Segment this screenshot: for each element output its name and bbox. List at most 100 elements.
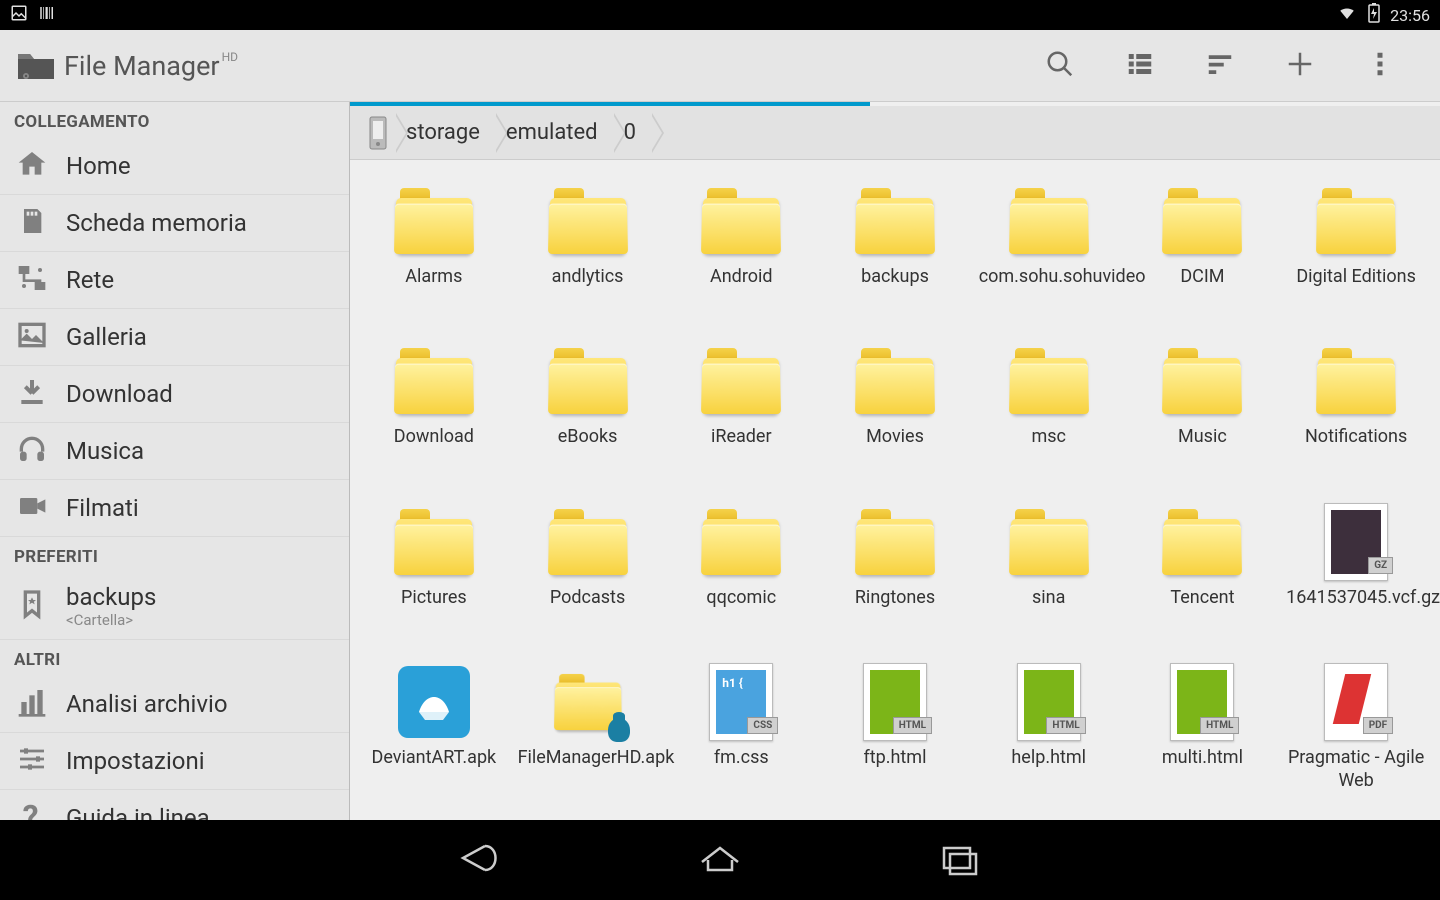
nav-home-button[interactable] — [690, 838, 750, 882]
sidebar-item-analysis[interactable]: Analisi archivio — [0, 676, 349, 733]
app-title: File Manager — [64, 50, 220, 82]
app-title-suffix: HD — [222, 50, 238, 64]
sidebar-item-label: Guida in linea — [66, 804, 210, 820]
sidebar-item-home[interactable]: Home — [0, 138, 349, 195]
item-label: Ringtones — [855, 587, 935, 610]
folder-item[interactable]: Tencent — [1129, 503, 1277, 637]
sort-button[interactable] — [1180, 30, 1260, 102]
sidebar-item-label: Rete — [66, 266, 114, 294]
overflow-menu-button[interactable] — [1340, 30, 1420, 102]
item-label: multi.html — [1162, 747, 1243, 770]
folder-item[interactable]: Music — [1129, 342, 1277, 476]
sidebar-section-collegamento: COLLEGAMENTO — [0, 102, 349, 138]
sidebar-item-video[interactable]: Filmati — [0, 480, 349, 537]
folder-item[interactable]: Download — [360, 342, 508, 476]
sidebar-item-settings[interactable]: Impostazioni — [0, 733, 349, 790]
folder-item[interactable]: msc — [975, 342, 1123, 476]
file-icon: GZ — [1324, 503, 1388, 581]
list-view-icon — [1125, 49, 1155, 83]
folder-item[interactable]: andlytics — [514, 182, 662, 316]
nav-back-button[interactable] — [450, 838, 510, 882]
item-label: ftp.html — [864, 747, 927, 770]
file-item[interactable]: DeviantART.apk — [360, 663, 508, 820]
sidebar-item-label: Filmati — [66, 494, 139, 522]
breadcrumb-device[interactable] — [360, 113, 396, 153]
folder-icon — [548, 188, 628, 254]
sidebar-item-gallery[interactable]: Galleria — [0, 309, 349, 366]
item-label: help.html — [1011, 747, 1086, 770]
search-button[interactable] — [1020, 30, 1100, 102]
network-icon — [16, 262, 48, 298]
item-label: 1641537045.vcf.gz — [1286, 587, 1426, 610]
sidebar-item-label: backups — [66, 583, 156, 611]
system-nav-bar — [0, 820, 1440, 900]
folder-item[interactable]: iReader — [667, 342, 815, 476]
folder-item[interactable]: DCIM — [1129, 182, 1277, 316]
item-label: eBooks — [558, 426, 618, 449]
file-item[interactable]: HTMLftp.html — [821, 663, 969, 820]
file-item[interactable]: GZ 1641537045.vcf.gz — [1282, 503, 1430, 637]
folder-item[interactable]: eBooks — [514, 342, 662, 476]
file-item[interactable]: PDF Pragmatic - Agile Web — [1282, 663, 1430, 820]
view-mode-button[interactable] — [1100, 30, 1180, 102]
item-label: sina — [1032, 587, 1065, 610]
folder-icon — [1162, 348, 1242, 414]
item-label: backups — [861, 266, 929, 289]
folder-item[interactable]: Digital Editions — [1282, 182, 1430, 316]
folder-icon — [1009, 509, 1089, 575]
sdcard-icon — [16, 205, 48, 241]
folder-item[interactable]: sina — [975, 503, 1123, 637]
sidebar-item-network[interactable]: Rete — [0, 252, 349, 309]
sort-icon — [1205, 49, 1235, 83]
bookmark-star-icon — [16, 588, 48, 624]
folder-item[interactable]: qqcomic — [667, 503, 815, 637]
folder-item[interactable]: Ringtones — [821, 503, 969, 637]
file-item[interactable]: HTMLmulti.html — [1129, 663, 1277, 820]
add-button[interactable] — [1260, 30, 1340, 102]
sidebar-item-music[interactable]: Musica — [0, 423, 349, 480]
item-label: Pragmatic - Agile Web — [1286, 747, 1426, 792]
folder-item[interactable]: Movies — [821, 342, 969, 476]
headphones-icon — [16, 433, 48, 469]
sidebar-item-help[interactable]: ? Guida in linea — [0, 790, 349, 820]
file-icon: PDF — [1324, 663, 1388, 741]
sidebar-item-label: Analisi archivio — [66, 690, 228, 718]
sidebar-item-fav-backups[interactable]: backups <Cartella> — [0, 573, 349, 640]
folder-icon — [855, 348, 935, 414]
file-item[interactable]: HTML help.html — [975, 663, 1123, 820]
folder-item[interactable]: backups — [821, 182, 969, 316]
barcode-indicator-icon — [38, 4, 56, 26]
breadcrumb-segment[interactable]: storage — [396, 113, 496, 153]
sidebar-item-sdcard[interactable]: Scheda memoria — [0, 195, 349, 252]
folder-item[interactable]: Podcasts — [514, 503, 662, 637]
breadcrumb: storage emulated 0 — [350, 106, 1440, 160]
file-item[interactable]: h1 {CSSfm.css — [667, 663, 815, 820]
item-label: Tencent — [1170, 587, 1234, 610]
sidebar-item-download[interactable]: Download — [0, 366, 349, 423]
sidebar-item-label: Home — [66, 152, 131, 180]
folder-icon — [548, 509, 628, 575]
file-icon: h1 {CSS — [709, 663, 773, 741]
help-icon: ? — [16, 800, 48, 820]
app-logo-icon — [16, 46, 56, 86]
file-grid[interactable]: AlarmsandlyticsAndroid backups com.sohu.so… — [350, 160, 1440, 820]
folder-item[interactable]: com.sohu.sohuvideo — [975, 182, 1123, 316]
folder-item[interactable]: Android — [667, 182, 815, 316]
search-icon — [1045, 49, 1075, 83]
item-label: Download — [394, 426, 474, 449]
file-item[interactable]: FileManagerHD.apk — [514, 663, 662, 820]
folder-item[interactable]: Notifications — [1282, 342, 1430, 476]
content-area: storage emulated 0 AlarmsandlyticsAndroi… — [350, 102, 1440, 820]
folder-item[interactable]: Alarms — [360, 182, 508, 316]
sidebar-item-label: Galleria — [66, 323, 147, 351]
folder-icon — [394, 509, 474, 575]
nav-recent-button[interactable] — [930, 838, 990, 882]
breadcrumb-segment[interactable]: emulated — [496, 113, 614, 153]
app-brand[interactable]: File ManagerHD — [0, 46, 350, 86]
status-time: 23:56 — [1390, 6, 1430, 25]
gallery-icon — [16, 319, 48, 355]
item-label: DeviantART.apk — [372, 747, 497, 770]
folder-item[interactable]: Pictures — [360, 503, 508, 637]
file-icon: HTML — [1017, 663, 1081, 741]
sidebar-item-label: Impostazioni — [66, 747, 205, 775]
